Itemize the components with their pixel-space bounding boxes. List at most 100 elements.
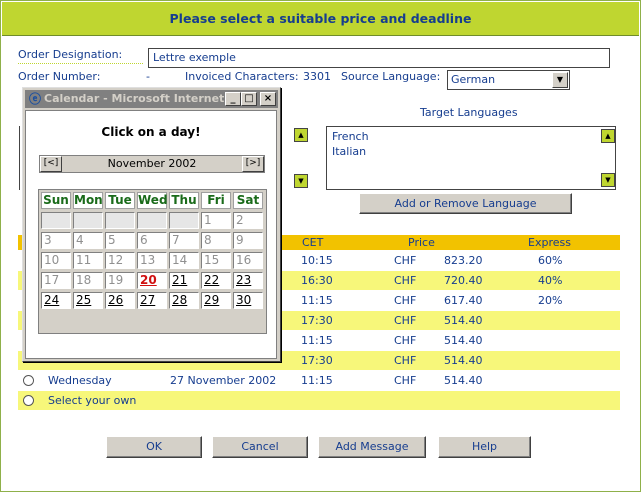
row-currency: CHF	[394, 254, 417, 267]
calendar-day: 16	[233, 252, 263, 269]
calendar-day: 18	[73, 272, 103, 289]
row-price: 514.40	[444, 334, 483, 347]
target-language-item[interactable]: Italian	[332, 145, 366, 158]
row-currency: CHF	[394, 334, 417, 347]
calendar-day: 7	[169, 232, 199, 249]
source-language-select[interactable]: German ▼	[447, 70, 570, 90]
calendar-day[interactable]: 22	[201, 272, 231, 289]
scroll-down-icon[interactable]: ▼	[601, 173, 615, 187]
calendar-day: 4	[73, 232, 103, 249]
weekday-header: Tue	[105, 192, 135, 209]
calendar-popup-window[interactable]: ⓔ Calendar - Microsoft Internet ... _ □ …	[22, 87, 281, 362]
internet-explorer-icon: ⓔ	[28, 92, 41, 106]
calendar-day: 19	[105, 272, 135, 289]
invoiced-characters-value: 3301	[303, 70, 331, 83]
weekday-header: Mon	[73, 192, 103, 209]
order-designation-input[interactable]: Lettre exemple	[148, 48, 610, 68]
calendar-day: 3	[41, 232, 71, 249]
column-header-price: Price	[408, 236, 435, 249]
target-languages-label: Target Languages	[420, 106, 518, 119]
calendar-day[interactable]: 28	[169, 292, 199, 309]
target-language-item[interactable]: French	[332, 130, 369, 143]
column-header-cet: CET	[302, 236, 324, 249]
calendar-grid: Sun Mon Tue Wed Thu Fri Sat 1 2 3 4 5 6 7 8 9 10 11 12 13 14…	[38, 189, 267, 334]
row-time: 11:15	[301, 294, 333, 307]
add-remove-language-button[interactable]: Add or Remove Language	[359, 193, 572, 214]
calendar-empty-cell	[105, 212, 135, 229]
row-price: 823.20	[444, 254, 483, 267]
row-currency: CHF	[394, 354, 417, 367]
row-day: Wednesday	[48, 374, 112, 387]
calendar-empty-cell	[41, 212, 71, 229]
cancel-button[interactable]: Cancel	[212, 436, 308, 458]
row-time: 17:30	[301, 314, 333, 327]
divider	[18, 63, 143, 64]
listbox-edge	[19, 126, 20, 190]
order-number-value: -	[146, 70, 150, 83]
ok-button[interactable]: OK	[106, 436, 202, 458]
invoiced-characters-label: Invoiced Characters:	[185, 70, 299, 83]
weekday-header: Sun	[41, 192, 71, 209]
row-currency: CHF	[394, 374, 417, 387]
chevron-down-icon[interactable]: ▼	[552, 72, 568, 88]
calendar-day: 5	[105, 232, 135, 249]
popup-content: Click on a day! [<] November 2002 [>] Su…	[25, 110, 277, 359]
add-message-button[interactable]: Add Message	[318, 436, 426, 458]
minimize-icon[interactable]: _	[225, 92, 241, 106]
calendar-day[interactable]: 27	[137, 292, 167, 309]
calendar-empty-cell	[73, 212, 103, 229]
radio-button[interactable]	[23, 395, 34, 406]
calendar-day: 14	[169, 252, 199, 269]
calendar-day[interactable]: 26	[105, 292, 135, 309]
calendar-day: 9	[233, 232, 263, 249]
row-date: 27 November 2002	[170, 374, 277, 387]
weekday-header: Sat	[233, 192, 263, 209]
month-navigation: [<] November 2002 [>]	[39, 155, 265, 173]
row-express: 20%	[538, 294, 563, 307]
order-designation-label: Order Designation:	[18, 48, 123, 61]
calendar-day: 2	[233, 212, 263, 229]
target-languages-list[interactable]: French Italian ▲ ▼	[326, 126, 616, 190]
popup-title: Calendar - Microsoft Internet ...	[44, 92, 241, 105]
row-currency: CHF	[394, 294, 417, 307]
previous-month-button[interactable]: [<]	[40, 156, 62, 172]
row-time: 11:15	[301, 374, 333, 387]
calendar-empty-cell	[137, 212, 167, 229]
select-your-own-label: Select your own	[48, 394, 137, 407]
calendar-day[interactable]: 29	[201, 292, 231, 309]
row-price: 720.40	[444, 274, 483, 287]
calendar-day[interactable]: 25	[73, 292, 103, 309]
calendar-day[interactable]: 21	[169, 272, 199, 289]
next-month-button[interactable]: [>]	[242, 156, 264, 172]
calendar-day[interactable]: 24	[41, 292, 71, 309]
row-price: 514.40	[444, 354, 483, 367]
radio-button[interactable]	[23, 375, 34, 386]
row-express: 60%	[538, 254, 563, 267]
row-time: 11:15	[301, 334, 333, 347]
calendar-day[interactable]: 30	[233, 292, 263, 309]
calendar-day: 15	[201, 252, 231, 269]
scroll-up-icon[interactable]: ▲	[601, 129, 615, 143]
help-button[interactable]: Help	[438, 436, 531, 458]
row-time: 16:30	[301, 274, 333, 287]
page-title: Please select a suitable price and deadl…	[2, 2, 639, 36]
maximize-icon[interactable]: □	[241, 92, 257, 106]
close-icon[interactable]: ×	[260, 92, 276, 106]
scroll-up-icon[interactable]: ▲	[294, 128, 308, 142]
calendar-day: 13	[137, 252, 167, 269]
calendar-day[interactable]: 23	[233, 272, 263, 289]
row-price: 617.40	[444, 294, 483, 307]
table-row[interactable]: Select your own	[18, 391, 620, 410]
calendar-day: 10	[41, 252, 71, 269]
column-header-express: Express	[528, 236, 571, 249]
popup-title-bar[interactable]: ⓔ Calendar - Microsoft Internet ... _ □ …	[25, 90, 278, 108]
scroll-down-icon[interactable]: ▼	[294, 174, 308, 188]
calendar-empty-cell	[169, 212, 199, 229]
calendar-day: 1	[201, 212, 231, 229]
weekday-header: Thu	[169, 192, 199, 209]
order-number-label: Order Number:	[18, 70, 101, 83]
calendar-day[interactable]: 20	[137, 272, 167, 289]
row-currency: CHF	[394, 314, 417, 327]
table-row[interactable]: Wednesday 27 November 2002 11:15 CHF 514…	[18, 371, 620, 390]
row-price: 514.40	[444, 374, 483, 387]
